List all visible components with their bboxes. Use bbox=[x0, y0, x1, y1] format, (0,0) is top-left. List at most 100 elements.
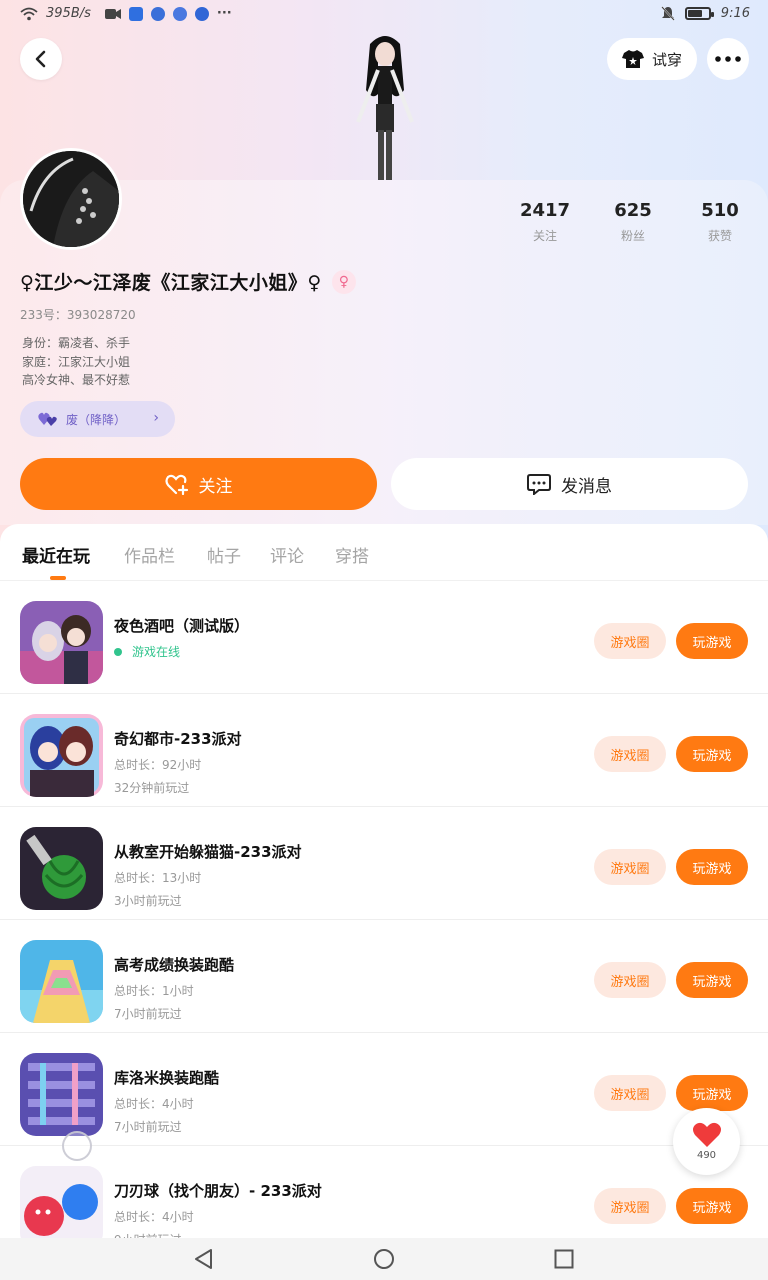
game-row[interactable]: 高考成绩换装跑酷 总时长：1小时 7小时前玩过 游戏圈 玩游戏 bbox=[0, 920, 768, 1033]
maze-city-icon[interactable] bbox=[20, 1053, 103, 1136]
play-game-button[interactable]: 玩游戏 bbox=[676, 1188, 748, 1224]
nav-recents-icon[interactable] bbox=[553, 1248, 575, 1270]
music-icon bbox=[172, 6, 187, 21]
game-title: 奇幻都市-233派对 bbox=[114, 730, 242, 748]
game-row[interactable]: 奇幻都市-233派对 总时长：92小时 32分钟前玩过 游戏圈 玩游戏 bbox=[0, 694, 768, 807]
nav-home-icon[interactable] bbox=[373, 1248, 395, 1270]
game-circle-button[interactable]: 游戏圈 bbox=[594, 1188, 666, 1224]
stat-likes[interactable]: 510 获赞 bbox=[680, 200, 760, 244]
avatar-3d-figure bbox=[356, 36, 414, 180]
game-row[interactable]: 从教室开始躲猫猫-233派对 总时长：13小时 3小时前玩过 游戏圈 玩游戏 bbox=[0, 807, 768, 920]
heart-icon bbox=[692, 1122, 721, 1147]
stat-label: 获赞 bbox=[707, 229, 732, 243]
try-on-label: 试穿 bbox=[651, 50, 682, 69]
game-title: 从教室开始躲猫猫-233派对 bbox=[114, 843, 302, 861]
stat-value: 510 bbox=[701, 200, 739, 221]
tab-outfits[interactable]: 穿搭 bbox=[335, 542, 369, 567]
video-camera-icon bbox=[104, 8, 121, 19]
more-options-button[interactable] bbox=[707, 38, 749, 80]
game-circle-button[interactable]: 游戏圈 bbox=[594, 736, 666, 772]
status-time: 9:16 bbox=[720, 6, 750, 21]
stat-label: 粉丝 bbox=[620, 229, 645, 243]
tab-comments[interactable]: 评论 bbox=[270, 542, 304, 567]
play-game-button[interactable]: 玩游戏 bbox=[676, 849, 748, 885]
chevron-left-icon bbox=[35, 50, 46, 68]
game-circle-button[interactable]: 游戏圈 bbox=[594, 1075, 666, 1111]
play-game-button[interactable]: 玩游戏 bbox=[676, 962, 748, 998]
overflow-indicator: ··· bbox=[216, 6, 232, 21]
game-online-status: 游戏在线 bbox=[114, 643, 180, 660]
stat-following[interactable]: 2417 关注 bbox=[505, 200, 585, 244]
online-label: 游戏在线 bbox=[132, 645, 181, 659]
relationship-tag[interactable]: 废（降降） › bbox=[20, 401, 175, 437]
baidu-paw-icon bbox=[194, 6, 209, 21]
floating-like-button[interactable]: 490 bbox=[673, 1108, 740, 1175]
tab-posts[interactable]: 帖子 bbox=[207, 542, 241, 567]
watermelon-icon[interactable] bbox=[20, 827, 103, 910]
play-game-button[interactable]: 玩游戏 bbox=[676, 623, 748, 659]
baidu-icon bbox=[150, 6, 165, 21]
chat-bubble-icon bbox=[527, 474, 551, 495]
floating-assistive-touch[interactable] bbox=[62, 1131, 92, 1161]
play-game-button[interactable]: 玩游戏 bbox=[676, 1075, 748, 1111]
user-id: 233号：393028720 bbox=[20, 308, 136, 322]
game-duration: 总时长：1小时 bbox=[114, 984, 194, 998]
hearts-icon bbox=[38, 412, 57, 426]
game-duration: 总时长：4小时 bbox=[114, 1097, 194, 1111]
like-count: 490 bbox=[696, 1150, 717, 1161]
status-left: 395B/s ··· bbox=[20, 6, 232, 21]
content-panel: 最近在玩 作品栏 帖子 评论 穿搭 夜色酒吧（测试版） 游戏在线 游戏圈 玩游戏… bbox=[0, 524, 768, 1249]
game-last-played: 7小时前玩过 bbox=[114, 1120, 182, 1134]
avatar-image bbox=[23, 151, 119, 247]
wifi-icon bbox=[20, 7, 38, 20]
tab-recently-played[interactable]: 最近在玩 bbox=[22, 542, 90, 567]
profile-page: 395B/s ··· 9:16 试穿 2417 关注 625 粉丝 510 获赞… bbox=[0, 0, 768, 1280]
mute-bell-icon bbox=[661, 6, 675, 21]
send-message-button[interactable]: 发消息 bbox=[391, 458, 748, 510]
anime-girls-icon[interactable] bbox=[20, 714, 103, 797]
status-bar: 395B/s ··· 9:16 bbox=[0, 0, 768, 32]
follow-button[interactable]: 关注 bbox=[20, 458, 377, 510]
tab-bar: 最近在玩 作品栏 帖子 评论 穿搭 bbox=[0, 524, 768, 581]
game-row[interactable]: 夜色酒吧（测试版） 游戏在线 游戏圈 玩游戏 bbox=[0, 581, 768, 694]
bio-line: 身份：霸凌者、杀手 bbox=[22, 336, 131, 350]
game-circle-button[interactable]: 游戏圈 bbox=[594, 623, 666, 659]
game-row[interactable]: 库洛米换装跑酷 总时长：4小时 7小时前玩过 游戏圈 玩游戏 bbox=[0, 1033, 768, 1146]
play-game-button[interactable]: 玩游戏 bbox=[676, 736, 748, 772]
tab-works[interactable]: 作品栏 bbox=[124, 542, 175, 567]
game-duration: 总时长：4小时 bbox=[114, 1210, 194, 1224]
game-last-played: 7小时前玩过 bbox=[114, 1007, 182, 1021]
anime-couple-icon[interactable] bbox=[20, 601, 103, 684]
heart-plus-icon bbox=[164, 474, 188, 495]
system-nav-bar bbox=[0, 1238, 768, 1280]
status-right: 9:16 bbox=[661, 6, 750, 21]
try-on-button[interactable]: 试穿 bbox=[607, 38, 697, 80]
tag-label: 废（降降） bbox=[66, 412, 127, 427]
game-circle-button[interactable]: 游戏圈 bbox=[594, 962, 666, 998]
game-last-played: 32分钟前玩过 bbox=[114, 781, 190, 795]
network-speed: 395B/s bbox=[46, 6, 91, 21]
follow-label: 关注 bbox=[198, 476, 233, 497]
game-title: 夜色酒吧（测试版） bbox=[114, 617, 250, 635]
game-title: 刀刃球（找个朋友）- 233派对 bbox=[114, 1182, 322, 1200]
chevron-right-icon: › bbox=[153, 410, 159, 426]
rainbow-road-icon[interactable] bbox=[20, 940, 103, 1023]
stat-value: 2417 bbox=[519, 200, 571, 221]
game-duration: 总时长：13小时 bbox=[114, 871, 202, 885]
bio-line: 家庭：江家江大小姐 bbox=[22, 354, 131, 369]
stat-followers[interactable]: 625 粉丝 bbox=[593, 200, 673, 244]
battery-icon bbox=[684, 7, 714, 20]
game-title: 库洛米换装跑酷 bbox=[114, 1069, 220, 1087]
game-circle-button[interactable]: 游戏圈 bbox=[594, 849, 666, 885]
message-label: 发消息 bbox=[561, 476, 612, 497]
red-blue-ball-icon[interactable] bbox=[20, 1166, 103, 1249]
bio: 身份：霸凌者、杀手 家庭：江家江大小姐 高冷女神、最不好惹 bbox=[22, 334, 130, 390]
more-dots-icon bbox=[715, 56, 741, 62]
nav-back-icon[interactable] bbox=[193, 1248, 215, 1270]
online-dot-icon bbox=[114, 647, 122, 656]
bio-line: 高冷女神、最不好惹 bbox=[22, 373, 131, 387]
back-button[interactable] bbox=[20, 38, 62, 80]
nickname-row: ♀江少～江泽废《江家江大小姐》♀ ♀ bbox=[20, 268, 356, 295]
avatar[interactable] bbox=[20, 148, 122, 250]
active-tab-indicator bbox=[50, 576, 66, 580]
